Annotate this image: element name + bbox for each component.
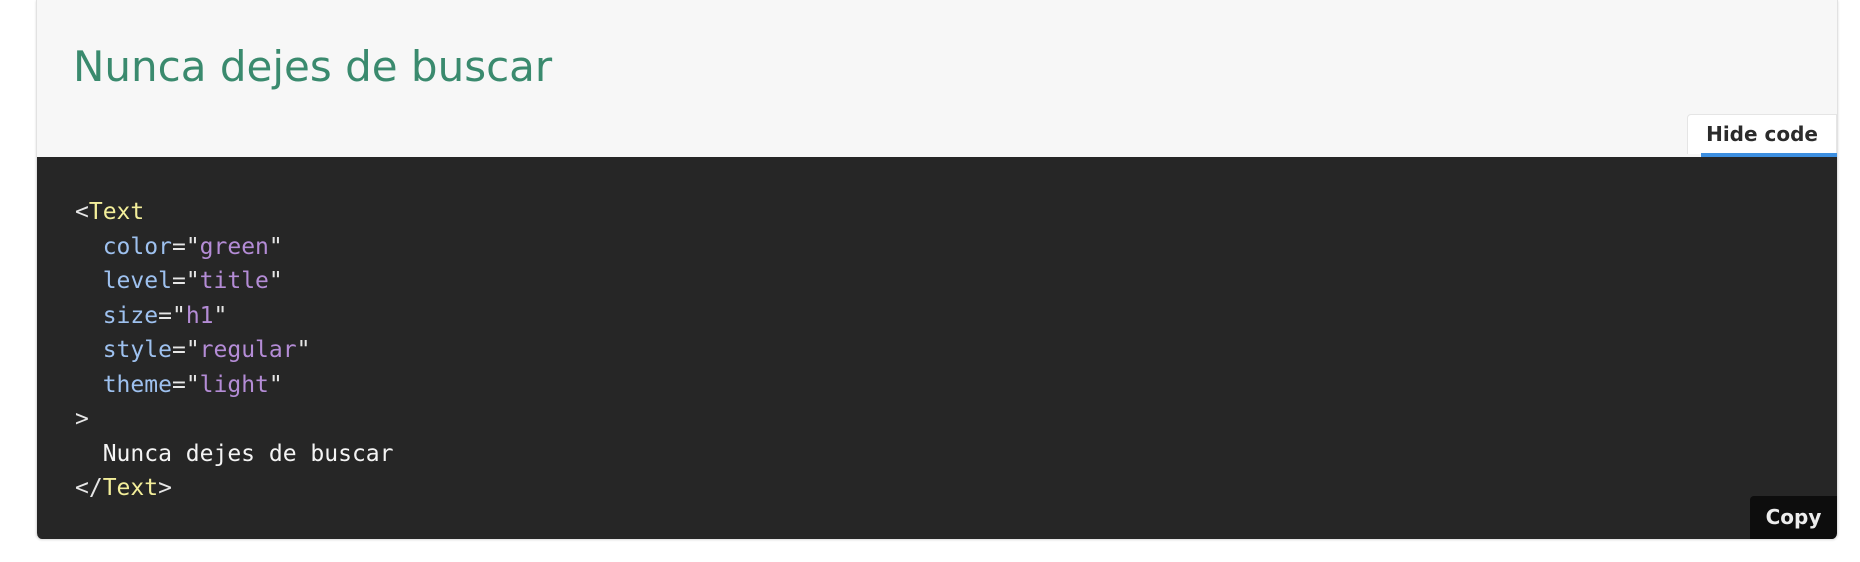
code-quote: " [185,371,200,398]
code-attr-value: title [199,268,269,294]
code-quote: " [185,337,200,363]
code-equals: = [171,233,186,260]
hide-code-button[interactable]: Hide code [1687,114,1837,154]
code-quote: " [268,371,283,398]
code-attr-name: level [102,268,172,294]
code-quote: " [213,302,228,329]
code-open-bracket: < [75,199,89,225]
code-attr-name: color [102,233,172,260]
code-quote: " [268,268,283,294]
code-attr-value: green [199,233,269,260]
code-example-card: Nunca dejes de buscar Hide code <Text co… [36,0,1838,539]
preview-title: Nunca dejes de buscar [73,42,553,91]
preview-panel: Nunca dejes de buscar Hide code [37,0,1837,158]
code-panel: <Text color="green" level="title" size="… [37,157,1837,539]
code-attr-name: style [102,337,172,363]
code-attr-value: regular [199,337,297,363]
code-open-tag-end: > [75,406,89,432]
code-equals: = [171,337,186,363]
code-close-bracket: </ [75,475,103,501]
code-quote: " [185,233,200,260]
code-quote: " [185,268,200,294]
code-equals: = [171,268,186,294]
code-attr-value: light [199,371,269,398]
code-quote: " [171,302,186,329]
code-equals: = [171,371,186,398]
code-equals: = [158,302,172,329]
copy-button[interactable]: Copy [1750,496,1837,539]
code-text-content: Nunca dejes de buscar [102,440,394,467]
code-block: <Text color="green" level="title" size="… [75,195,394,506]
code-attr-value: h1 [185,302,214,329]
code-attr-name: size [102,302,159,329]
code-close-tag-end: > [158,475,172,501]
code-quote: " [268,233,283,260]
code-quote: " [296,337,311,363]
code-close-tag-name: Text [102,475,159,501]
code-tag-name: Text [88,199,145,225]
code-attr-name: theme [102,371,172,398]
